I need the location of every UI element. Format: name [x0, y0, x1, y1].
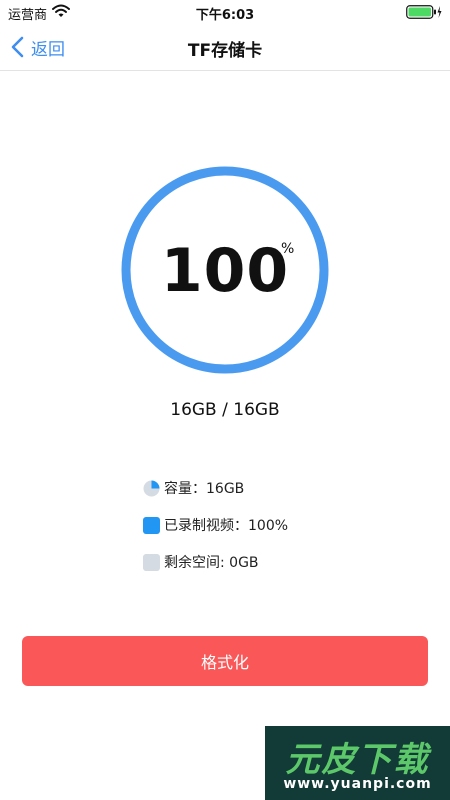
format-button[interactable]: 格式化 — [22, 636, 428, 686]
gray-square-icon — [143, 553, 160, 571]
legend-label-capacity: 容量：16GB — [164, 481, 245, 497]
watermark-title: 元皮下载 — [285, 740, 430, 780]
pie-chart-icon — [143, 480, 160, 496]
storage-usage-summary: 16GB / 16GB — [170, 400, 280, 420]
legend-label-recorded: 已录制视频：100% — [164, 518, 289, 534]
legend-item-capacity: 容量：16GB — [143, 478, 288, 498]
storage-percent-value: 100 — [160, 236, 290, 306]
navigation-bar: 返回 TF存储卡 — [0, 24, 450, 71]
storage-legend: 容量：16GB 已录制视频：100% 剩余空间: 0GB — [143, 478, 288, 589]
legend-item-recorded: 已录制视频：100% — [143, 515, 288, 535]
status-bar: 运营商 下午6:03 — [0, 0, 450, 24]
legend-label-free: 剩余空间: 0GB — [164, 555, 259, 571]
blue-square-icon — [143, 516, 160, 534]
legend-item-free: 剩余空间: 0GB — [143, 552, 288, 572]
status-time: 下午6:03 — [195, 8, 255, 23]
storage-progress-ring: 100 % — [120, 165, 330, 375]
watermark-logo: 元皮下载 www.yuanpi.com — [265, 726, 450, 800]
battery-icon — [406, 5, 442, 19]
watermark-url: www.yuanpi.com — [283, 776, 432, 792]
percent-sign: % — [281, 241, 295, 257]
page-title: TF存储卡 — [187, 41, 263, 61]
